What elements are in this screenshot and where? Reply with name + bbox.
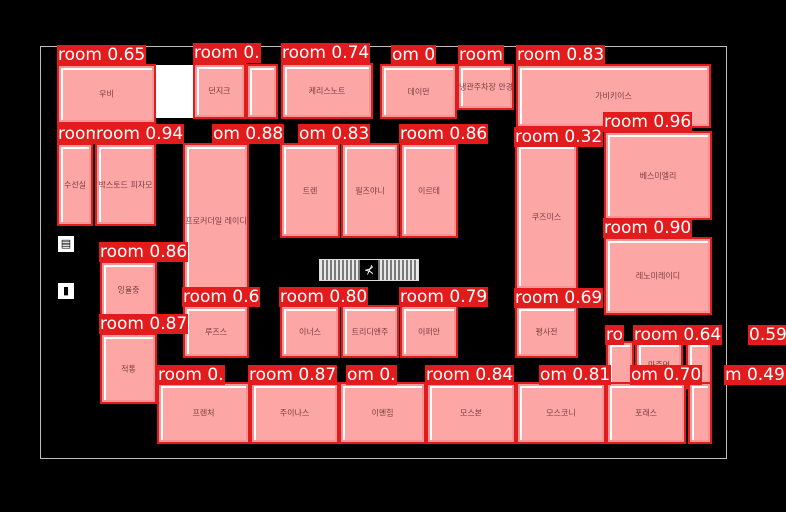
room-box[interactable]: 이너스 [280, 305, 340, 358]
detection-tag: room 0.86 [399, 124, 489, 144]
room-box[interactable]: 트리디앤주 [341, 305, 399, 358]
room-box[interactable]: 냉관주차장 안경류 [457, 64, 514, 110]
room-label: 이르테 [417, 186, 441, 195]
detection-tag: om 0.88 [212, 124, 285, 144]
room-box[interactable]: 베스미엘리 [604, 131, 712, 220]
detection-tag: room 0.94 [95, 124, 185, 144]
room-label: 케리스노트 [308, 86, 346, 96]
room-label: 레노미레이디 [635, 271, 681, 281]
detection-tag: 0.59 [748, 325, 786, 345]
escalator: ⊀ [319, 259, 419, 281]
room-box[interactable] [246, 64, 278, 119]
room-box[interactable]: 적통 [100, 333, 157, 404]
room-label: 포래스 [634, 408, 658, 418]
room-label: 이멘힘 [371, 408, 394, 418]
detection-tag: room 0.69 [514, 288, 604, 308]
room-box[interactable]: 이퍼안 [400, 305, 458, 358]
detection-tag: om 0 [391, 45, 437, 65]
room-label: 필즈야니 [355, 186, 385, 195]
room-label: 우비 [99, 89, 114, 99]
detection-tag: room 0. [193, 43, 261, 63]
detection-tag: room 0.6 [182, 287, 261, 307]
room-label: 쿠즈미스 [531, 212, 562, 221]
room-label: 주이나스 [279, 408, 310, 418]
room-label: 평사전 [535, 327, 558, 336]
room-box[interactable]: 잉율충 [100, 261, 157, 318]
room-label: 잉율충 [117, 285, 140, 294]
room-box[interactable]: 박스토드 피자모 [95, 143, 156, 226]
detection-tag: room 0.80 [279, 287, 369, 307]
detection-tag: room 0.90 [603, 218, 693, 238]
room-box[interactable]: 루즈스 [183, 305, 249, 358]
detection-tag: om 0.83 [298, 124, 371, 144]
room-box[interactable]: 프렌처 [157, 382, 250, 444]
detection-tag: room 0.32 [514, 127, 604, 147]
detection-tag: room 0.84 [425, 365, 515, 385]
room-label: 가비키이스 [595, 91, 632, 101]
detection-tag: room 0.74 [281, 43, 371, 63]
escalator-icon: ⊀ [360, 260, 378, 280]
room-box[interactable]: 트렌 [280, 143, 340, 238]
room-label: 루즈스 [204, 327, 228, 336]
room-label: 박스토드 피자모 [98, 180, 153, 189]
room-box[interactable] [688, 382, 712, 444]
room-box[interactable]: 케리스노트 [281, 63, 373, 119]
detection-tag: room [458, 45, 504, 65]
elevator-icon: ▤ [58, 236, 74, 252]
detection-tag: room 0.79 [399, 287, 489, 307]
room-label: 베스미엘리 [639, 171, 677, 180]
room-box[interactable]: 프로커더일 레이디 [183, 143, 249, 298]
detection-tag: om 0. [346, 365, 397, 385]
room-label: 모스코니 [546, 408, 576, 418]
room-label: 이너스 [298, 327, 322, 336]
room-box[interactable]: 레노미레이디 [604, 237, 712, 315]
room-box[interactable]: 모스코니 [516, 382, 606, 444]
detection-tag: m 0.49 [724, 365, 786, 385]
floor-plan-canvas: ⊀ ▤ ▮ 우비 던지크 케리스노트 데이먼 냉관주차장 안경류 가비키이스 수… [0, 0, 786, 512]
room-box[interactable]: 이르테 [400, 143, 458, 238]
room-box[interactable]: 데이먼 [380, 64, 457, 119]
room-box[interactable]: 쿠즈미스 [515, 143, 578, 290]
detection-tag: room 0.65 [57, 45, 147, 65]
room-box[interactable]: 이멘힘 [339, 382, 426, 444]
detection-tag: ro [605, 325, 625, 345]
room-box[interactable]: 던지크 [193, 63, 246, 119]
detection-tag: room 0.87 [248, 365, 338, 385]
detection-tag: room 0. [157, 365, 225, 385]
room-label: 수선실 [63, 180, 87, 189]
room-box[interactable]: 주이나스 [250, 382, 339, 444]
room-label: 트리디앤주 [351, 327, 389, 336]
room-box[interactable]: 필즈야니 [341, 143, 399, 238]
room-label: 프렌처 [192, 408, 215, 418]
blank-area [156, 65, 194, 118]
room-box[interactable]: 평사전 [515, 305, 578, 358]
room-label: 적통 [121, 364, 136, 373]
room-label: 던지크 [208, 86, 231, 96]
detection-tag: room 0.64 [633, 325, 723, 345]
room-label: 데이먼 [407, 87, 430, 96]
room-box[interactable]: 수선실 [57, 143, 93, 226]
detection-tag: om 0.81 [539, 365, 612, 385]
room-label: 모스본 [459, 408, 483, 418]
restroom-icon: ▮ [58, 283, 74, 299]
room-box[interactable]: 모스본 [426, 382, 516, 444]
room-box[interactable]: 우비 [57, 64, 156, 124]
detection-tag: om 0.70 [630, 365, 703, 385]
room-label: 이퍼안 [417, 327, 441, 336]
room-label: 트렌 [302, 186, 318, 195]
detection-tag: room 0.83 [516, 45, 606, 65]
room-label: 냉관주차장 안경류 [459, 82, 512, 92]
detection-tag: room 0.87 [99, 314, 189, 334]
detection-tag: room 0.96 [603, 112, 693, 132]
detection-tag: room 0.86 [99, 242, 189, 262]
room-box[interactable]: 포래스 [606, 382, 686, 444]
room-label: 프로커더일 레이디 [185, 216, 247, 225]
